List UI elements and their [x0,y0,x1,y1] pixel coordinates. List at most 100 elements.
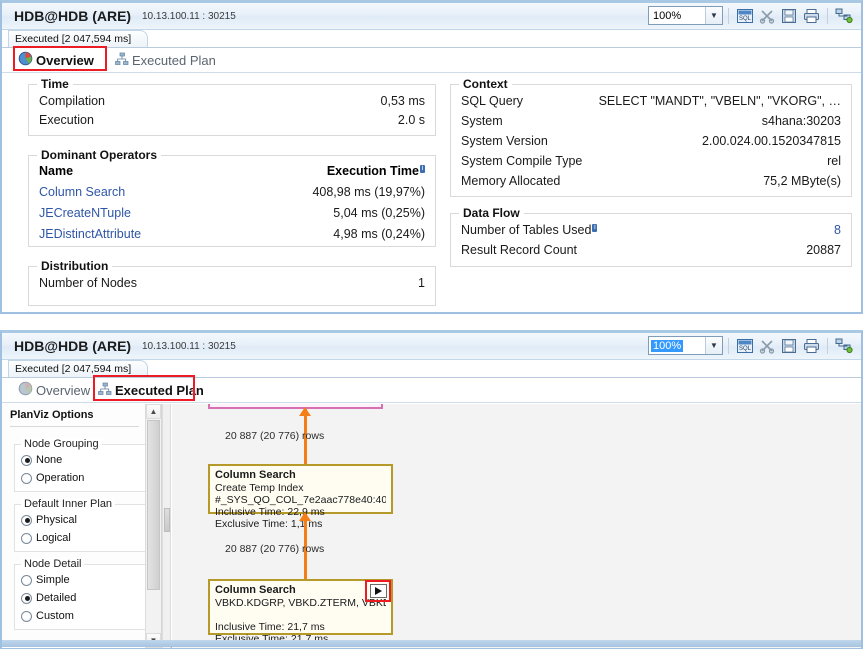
scrollbar-thumb[interactable] [147,420,160,590]
radio-label: Simple [36,574,70,586]
planviz-content: PlanViz Options Node Grouping None Opera… [2,404,861,648]
save-icon[interactable] [779,6,799,25]
share-icon[interactable] [834,336,854,355]
scissors-icon[interactable] [757,336,777,355]
view-tabstrip-bottom: Overview Executed Plan [2,375,861,403]
view-tabstrip-top: Overview Executed Plan [2,46,861,73]
group-dominant-operators: Dominant Operators Name Execution Time i… [28,148,436,247]
row-result-record-count: Result Record Count 20887 [451,241,851,262]
overview-pie-icon [18,51,33,69]
print-icon[interactable] [801,336,821,355]
radio-inner-plan-logical[interactable]: Logical [21,532,71,544]
plan-edge-2-arrow-icon [299,512,311,521]
plan-canvas[interactable]: 20 887 (20 776) rows Column Search Creat… [172,404,861,648]
tab-overview-bottom[interactable]: Overview [18,380,90,400]
plan-node-0[interactable]: Column Search Create Temp Index #_SYS_QO… [208,464,393,530]
radio-node-detail-simple[interactable]: Simple [21,574,70,586]
table-row[interactable]: JEDistinctAttribute 4,98 ms (0,24%) [29,225,435,246]
tab-overview-top[interactable]: Overview [18,50,94,70]
table-row[interactable]: Column Search 408,98 ms (19,97%) [29,183,435,204]
row-memory-allocated-key: Memory Allocated [461,174,561,188]
group-data-flow-title: Data Flow [459,206,524,220]
row-number-of-nodes-key: Number of Nodes [39,276,137,290]
svg-text:SQL: SQL [739,346,752,352]
radio-node-grouping-operation[interactable]: Operation [21,472,84,484]
row-number-of-nodes: Number of Nodes 1 [29,274,435,295]
row-compilation-value: 0,53 ms [380,94,425,108]
group-data-flow: Data Flow Number of Tables Used i 8 Resul… [450,206,852,267]
zoom-combo-top[interactable]: 100% ▼ [648,6,723,25]
scroll-up-button[interactable]: ▲ [146,404,161,419]
chevron-down-icon[interactable]: ▼ [705,337,722,354]
operator-name-2[interactable]: JEDistinctAttribute [39,227,141,241]
operator-name-1[interactable]: JECreateNTuple [39,206,131,220]
radio-label: Custom [36,610,74,622]
save-icon[interactable] [779,336,799,355]
panel-toolbar-top: 100% ▼ SQL [648,6,855,25]
optgroup-node-grouping: Node Grouping None Operation [14,438,146,492]
toolbar-divider-2 [827,7,828,24]
sql-icon[interactable]: SQL [735,6,755,25]
radio-node-detail-custom[interactable]: Custom [21,610,74,622]
radio-label: Physical [36,514,77,526]
overview-content: Time Compilation 0,53 ms Execution 2.0 s… [2,74,861,312]
planviz-editor-panel: HDB@HDB (ARE) 10.13.100.11 : 30215 100% … [0,330,863,649]
scissors-icon[interactable] [757,6,777,25]
group-dominant-operators-title: Dominant Operators [37,148,162,162]
plan-edge-2-label: 20 887 (20 776) rows [225,543,325,555]
operator-time-0: 408,98 ms (19,97%) [312,185,425,199]
row-memory-allocated: Memory Allocated 75,2 MByte(s) [451,172,851,193]
row-compilation: Compilation 0,53 ms [29,92,435,113]
radio-dot-icon [21,454,32,466]
toolbar-divider [728,337,729,354]
col-header-exec-time: Execution Time [326,164,419,178]
panel-bottom-bar [2,640,861,647]
doc-tab-executed-top[interactable]: Executed [2 047,594 ms] [8,30,149,47]
toolbar-divider-2 [827,337,828,354]
optgroup-node-detail: Node Detail Simple Detailed Custom [14,558,146,630]
doc-tab-executed-bottom[interactable]: Executed [2 047,594 ms] [8,360,149,377]
tab-executed-plan-bottom[interactable]: Executed Plan [98,380,204,400]
table-row[interactable]: JECreateNTuple 5,04 ms (0,25%) [29,204,435,225]
info-badge-icon[interactable]: i [592,223,598,232]
radio-node-detail-detailed[interactable]: Detailed [21,592,76,604]
tab-executed-plan-label-top: Executed Plan [132,52,216,68]
sql-icon[interactable]: SQL [735,336,755,355]
connection-host-bottom: 10.13.100.11 : 30215 [142,341,236,352]
plan-edge-1-arrow-icon [299,407,311,416]
plan-node-1-line-0: VBKD.KDGRP, VBKD.ZTERM, VBKD.PRSD... [215,597,386,609]
operator-name-0[interactable]: Column Search [39,185,125,199]
chevron-down-icon[interactable]: ▼ [705,7,722,24]
radio-dot-icon [21,610,32,622]
group-context-title: Context [459,77,512,91]
divider [10,426,139,427]
plan-node-0-line-0: Create Temp Index [215,482,304,494]
radio-label: Logical [36,532,71,544]
optgroup-node-grouping-title: Node Grouping [21,438,102,450]
row-execution: Execution 2.0 s [29,111,435,132]
print-icon[interactable] [801,6,821,25]
group-context: Context SQL Query SELECT "MANDT", "VBELN… [450,77,852,197]
plan-node-1-expand-button[interactable] [370,584,387,598]
info-badge-icon[interactable]: i [420,165,425,173]
row-number-of-tables-used-value[interactable]: 8 [834,223,841,237]
zoom-combo-bottom[interactable]: 100% ▼ [648,336,723,355]
share-icon[interactable] [834,6,854,25]
row-system-version-key: System Version [461,134,548,148]
splitter-grip[interactable] [164,508,170,532]
plan-node-1[interactable]: Column Search VBKD.KDGRP, VBKD.ZTERM, VB… [208,579,393,645]
dominant-operators-header: Name Execution Time i [29,162,435,183]
optgroup-default-inner-plan-title: Default Inner Plan [21,498,116,510]
svg-text:SQL: SQL [739,16,752,22]
panel-titlebar-bottom: HDB@HDB (ARE) 10.13.100.11 : 30215 100% … [2,333,861,360]
tab-executed-plan-top[interactable]: Executed Plan [115,50,216,70]
plan-node-parent-clipped[interactable] [208,404,383,409]
radio-inner-plan-physical[interactable]: Physical [21,514,77,526]
radio-node-grouping-none[interactable]: None [21,454,62,466]
options-scrollbar[interactable]: ▲ ▼ [145,404,161,648]
row-result-record-count-value: 20887 [806,243,841,257]
radio-label: None [36,454,63,466]
radio-label: Operation [36,472,85,484]
row-number-of-tables-used: Number of Tables Used i 8 [451,221,851,242]
panel-splitter[interactable] [162,404,171,648]
